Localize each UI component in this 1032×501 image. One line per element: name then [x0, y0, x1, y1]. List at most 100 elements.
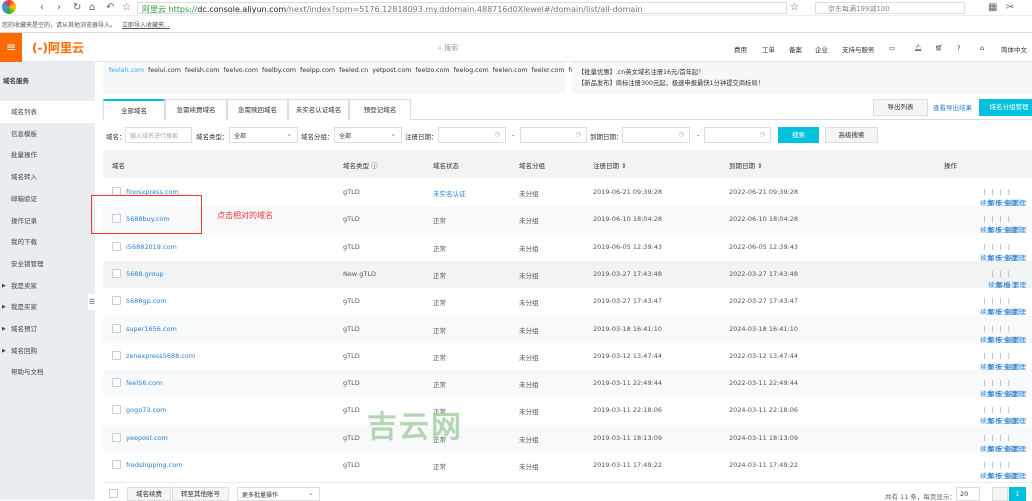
- batch-renew-button[interactable]: 域名续费: [127, 487, 171, 501]
- promo-domain-link[interactable]: feelxr.com: [532, 67, 565, 74]
- aliyun-logo[interactable]: (-)阿里云: [32, 39, 84, 56]
- promo-domain-link[interactable]: feelah.com: [109, 67, 144, 74]
- forward-icon[interactable]: ›: [57, 2, 61, 13]
- transfer-account-button[interactable]: 转至其他账号: [172, 487, 229, 501]
- header-search[interactable]: ⌕ 搜索: [438, 43, 458, 53]
- type-select[interactable]: 全部 ⌄: [229, 127, 298, 143]
- browser-search-input[interactable]: 京东每满199减100: [815, 2, 965, 14]
- select-all-checkbox[interactable]: [109, 489, 118, 498]
- reg-date-start[interactable]: ◷: [438, 127, 506, 143]
- sidebar-item[interactable]: 批量操作: [0, 144, 95, 166]
- promo-domain-link[interactable]: feelpp.com: [300, 67, 335, 74]
- nav-icp[interactable]: 备案: [789, 44, 802, 54]
- star-icon[interactable]: ☆: [122, 2, 131, 13]
- domain-link[interactable]: gogo73.com: [126, 406, 166, 414]
- import-bookmarks-link[interactable]: 立即导入收藏夹...: [122, 22, 170, 29]
- page-1-button[interactable]: 1: [1009, 487, 1026, 501]
- sidebar-item[interactable]: 域名列表: [0, 101, 95, 123]
- domain-link[interactable]: fredshipping.com: [126, 461, 183, 469]
- promo-domain-link[interactable]: feelsh.com: [185, 67, 219, 74]
- row-checkbox[interactable]: [112, 323, 121, 333]
- tab-redeem-needed[interactable]: 急需赎回域名: [227, 99, 288, 120]
- sidebar-item[interactable]: 安全锁管理: [0, 253, 95, 275]
- domain-link[interactable]: 5688.group: [126, 270, 164, 278]
- home-icon[interactable]: ⌂: [980, 44, 984, 52]
- group-manage-button[interactable]: 域名分组管理: [979, 99, 1032, 116]
- sidebar-collapse-handle[interactable]: ☰: [88, 294, 96, 310]
- language-select[interactable]: 简体中文: [1001, 44, 1027, 54]
- tab-unverified[interactable]: 未实名认证域名: [288, 99, 349, 120]
- home-icon[interactable]: ⌂: [89, 2, 95, 13]
- sidebar-item[interactable]: ▶ 我是卖家: [0, 275, 95, 297]
- sidebar-item[interactable]: 我的下载: [0, 231, 95, 253]
- row-checkbox[interactable]: [112, 405, 121, 415]
- help-icon[interactable]: ?: [957, 44, 960, 52]
- promo-domain-link[interactable]: feelvo.com: [223, 67, 258, 74]
- sidebar-item[interactable]: 域名转入: [0, 166, 95, 188]
- reg-date-end[interactable]: ◷: [520, 127, 587, 143]
- promo-domain-link[interactable]: feelen.com: [493, 67, 528, 74]
- nav-billing[interactable]: 费用: [734, 44, 747, 54]
- exp-date-start[interactable]: ◷: [622, 127, 690, 143]
- sidebar-item[interactable]: ▶ 我是买家: [0, 296, 95, 318]
- promo-domain-link[interactable]: feelzo.com: [415, 67, 449, 74]
- reload-icon[interactable]: ↻: [73, 2, 81, 13]
- domain-search-input[interactable]: 输入域名进行搜索: [125, 127, 192, 143]
- bell-icon[interactable]: 🔔︎: [914, 44, 922, 52]
- row-checkbox[interactable]: [112, 268, 121, 278]
- sidebar-item[interactable]: ▶ 域名预订: [0, 318, 95, 340]
- sidebar-item[interactable]: 操作记录: [0, 210, 95, 232]
- view-export-link[interactable]: 查看导出结果: [933, 102, 972, 112]
- advanced-search-button[interactable]: 高级搜索: [825, 127, 878, 143]
- promo-domain-link[interactable]: feelui.com: [148, 67, 181, 74]
- col-exp-date[interactable]: 到期日期 ⇕: [729, 160, 763, 170]
- domain-link[interactable]: i56882019.com: [126, 243, 177, 251]
- sidebar-item[interactable]: 帮助与文档: [0, 361, 95, 383]
- prev-page-button[interactable]: ‹: [992, 487, 1008, 501]
- sidebar-item[interactable]: ▶ 域名回购: [0, 340, 95, 362]
- domain-status[interactable]: 未实名认证: [433, 188, 466, 198]
- export-list-button[interactable]: 导出列表: [873, 99, 928, 116]
- promo-domain-link[interactable]: yetpost.com: [372, 67, 411, 74]
- notice-item[interactable]: 【新品发布】商标注册300元起，极速申报最快1分钟提交商标局！: [578, 78, 1026, 89]
- col-reg-date[interactable]: 注册日期 ⇕: [593, 160, 627, 170]
- col-type[interactable]: 域名类型 ⓘ: [343, 160, 378, 170]
- tab-preregistered[interactable]: 预登记域名: [349, 99, 411, 120]
- domain-link[interactable]: 5688gp.com: [126, 297, 167, 305]
- row-checkbox[interactable]: [112, 296, 121, 306]
- domain-link[interactable]: yeepost.com: [126, 434, 168, 442]
- address-bar[interactable]: 阿里云 https://dc.console.aliyun.com/next/i…: [137, 2, 787, 14]
- manage-link[interactable]: 管理: [1013, 470, 1026, 480]
- sidebar-item[interactable]: 邮箱验证: [0, 188, 95, 210]
- row-checkbox[interactable]: [112, 378, 121, 388]
- promo-domain-link[interactable]: feelog.com: [454, 67, 489, 74]
- domain-link[interactable]: super1656.com: [126, 325, 177, 333]
- notice-item[interactable]: 【批量优惠】.cn英文域名注册16元/首年起！: [578, 67, 1026, 78]
- back-icon[interactable]: ‹: [40, 2, 44, 13]
- bookmark-star-icon[interactable]: ☆: [790, 2, 799, 13]
- row-checkbox[interactable]: [112, 241, 121, 251]
- nav-support[interactable]: 支持与服务: [842, 44, 875, 54]
- tab-renew-needed[interactable]: 急需续费域名: [165, 99, 227, 120]
- row-checkbox[interactable]: [112, 350, 121, 360]
- page-size-select[interactable]: 20: [956, 487, 980, 501]
- group-select[interactable]: 全部 ⌄: [334, 127, 402, 143]
- nav-ticket[interactable]: 工单: [762, 44, 775, 54]
- tab-all-domains[interactable]: 全部域名: [103, 99, 165, 120]
- row-checkbox[interactable]: [112, 432, 121, 442]
- domain-link[interactable]: feel56.com: [126, 379, 162, 387]
- terminal-icon[interactable]: ▭: [889, 44, 895, 52]
- undo-icon[interactable]: ↶: [106, 2, 114, 13]
- domain-link[interactable]: zenexpress5688.com: [126, 352, 195, 360]
- nav-enterprise[interactable]: 企业: [815, 44, 828, 54]
- search-button[interactable]: 搜索: [778, 127, 819, 143]
- promo-domain-link[interactable]: feelby.com: [262, 67, 296, 74]
- row-checkbox[interactable]: [112, 460, 121, 469]
- more-batch-select[interactable]: 更多批量操作 ⌄: [237, 487, 320, 501]
- apps-icon[interactable]: ▦: [988, 2, 997, 13]
- menu-icon[interactable]: ≡: [0, 33, 22, 62]
- exp-date-end[interactable]: ◷: [704, 127, 771, 143]
- promo-domain-link[interactable]: feeled.cn: [339, 67, 368, 74]
- cart-icon[interactable]: 🛒︎: [935, 44, 943, 52]
- sidebar-item[interactable]: 信息模板: [0, 123, 95, 145]
